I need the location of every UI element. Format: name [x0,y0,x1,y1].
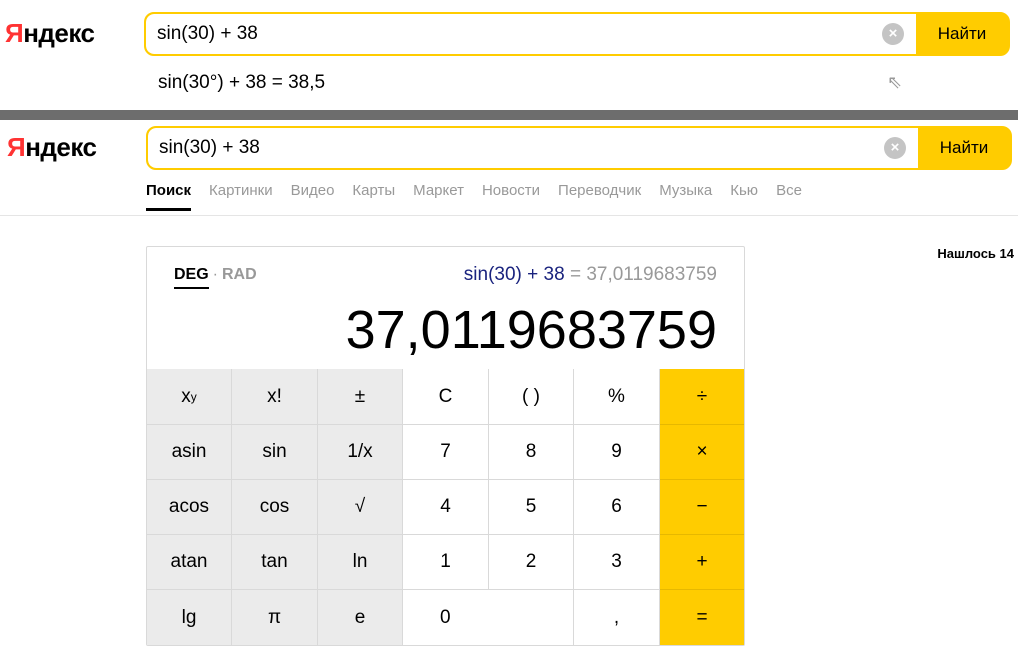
tabs-divider [0,215,1018,216]
tab-search[interactable]: Поиск [146,182,192,211]
key-3[interactable]: 3 [574,535,660,590]
key-atan[interactable]: atan [147,535,232,590]
suggestion-item[interactable]: sin(30°) + 38 = 38,5 [158,72,325,94]
logo-first-letter: Я [5,18,24,48]
calc-expression: sin(30) + 38 = 37,0119683759 [464,264,717,286]
logo-first-letter: Я [7,132,26,162]
key-percent[interactable]: % [574,369,660,425]
logo-rest: ндекс [25,132,97,162]
insert-arrow-icon[interactable]: ⇖ [887,72,902,93]
key-acos[interactable]: acos [147,480,232,535]
key-cos[interactable]: cos [232,480,318,535]
calc-keypad: xy x! ± C ( ) % ÷ asin sin 1/x 7 8 9 × a… [147,369,744,645]
key-9[interactable]: 9 [574,425,660,480]
search-input[interactable] [157,23,882,45]
tab-translator[interactable]: Переводчик [558,182,641,199]
key-5[interactable]: 5 [489,480,574,535]
key-4[interactable]: 4 [403,480,489,535]
screenshot-divider [0,110,1018,120]
key-plus-minus[interactable]: ± [318,369,403,425]
key-minus[interactable]: − [660,480,744,535]
key-sin[interactable]: sin [232,425,318,480]
tab-video[interactable]: Видео [291,182,335,199]
tab-market[interactable]: Маркет [413,182,464,199]
clear-icon[interactable]: × [882,23,904,45]
key-comma[interactable]: , [574,590,660,645]
tab-music[interactable]: Музыка [659,182,712,199]
yandex-logo-2[interactable]: Яндекс [7,132,97,163]
tab-all[interactable]: Все [776,182,802,199]
key-1[interactable]: 1 [403,535,489,590]
tab-maps[interactable]: Карты [352,182,395,199]
logo-rest: ндекс [23,18,95,48]
angle-mode-switch: DEG · RAD [174,266,257,289]
key-6[interactable]: 6 [574,480,660,535]
key-7[interactable]: 7 [403,425,489,480]
key-factorial[interactable]: x! [232,369,318,425]
key-ln[interactable]: ln [318,535,403,590]
search-bar: × Найти [144,12,1010,56]
tab-q[interactable]: Кью [730,182,758,199]
mode-separator: · [212,266,218,283]
calculator-widget: DEG · RAD sin(30) + 38 = 37,0119683759 37,… [146,246,745,646]
key-pi[interactable]: π [232,590,318,645]
key-inverse[interactable]: 1/x [318,425,403,480]
search-field-wrap: × [148,128,918,168]
key-power[interactable]: xy [147,369,232,425]
yandex-logo[interactable]: Яндекс [5,18,95,49]
key-asin[interactable]: asin [147,425,232,480]
key-0[interactable]: 0 [403,590,574,645]
key-clear[interactable]: C [403,369,489,425]
key-equals[interactable]: = [660,590,744,645]
key-sqrt[interactable]: √ [318,480,403,535]
search-field-wrap: × [146,14,916,54]
key-lg[interactable]: lg [147,590,232,645]
key-power-exp: y [190,389,197,404]
key-parentheses[interactable]: ( ) [489,369,574,425]
expression-query: sin(30) + 38 [463,264,565,285]
mode-rad[interactable]: RAD [222,266,257,283]
search-tabs: Поиск Картинки Видео Карты Маркет Новост… [146,182,820,211]
expression-equals: = 37,0119683759 [564,264,717,285]
key-e[interactable]: e [318,590,403,645]
calc-result: 37,0119683759 [345,300,717,360]
key-2[interactable]: 2 [489,535,574,590]
search-input-2[interactable] [159,137,884,159]
results-count: Нашлось 14 [937,246,1014,261]
key-tan[interactable]: tan [232,535,318,590]
search-bar-2: × Найти [146,126,1012,170]
tab-images[interactable]: Картинки [209,182,273,199]
search-button[interactable]: Найти [916,14,1008,54]
key-divide[interactable]: ÷ [660,369,744,425]
key-multiply[interactable]: × [660,425,744,480]
clear-icon[interactable]: × [884,137,906,159]
search-button-2[interactable]: Найти [918,128,1010,168]
tab-news[interactable]: Новости [482,182,540,199]
key-8[interactable]: 8 [489,425,574,480]
key-plus[interactable]: + [660,535,744,590]
key-power-base: x [181,385,191,407]
mode-deg[interactable]: DEG [174,266,209,289]
